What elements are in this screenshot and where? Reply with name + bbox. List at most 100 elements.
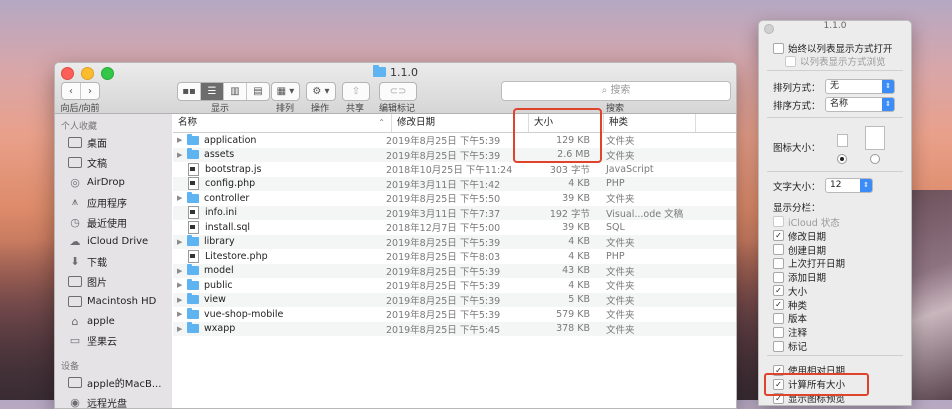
sidebar-item[interactable]: 图片	[55, 272, 172, 292]
text-size-popup[interactable]: 12 ⇕	[825, 178, 873, 193]
table-row[interactable]: ▶ view 2019年8月25日 下午5:39 5 KB 文件夹	[173, 292, 736, 307]
disclosure-triangle-icon[interactable]: ▶	[177, 194, 187, 202]
column-option-checkbox[interactable]: ✓ 大小	[773, 284, 845, 298]
sidebar-item[interactable]: ⩚ 应用程序	[55, 192, 172, 212]
sidebar-item[interactable]: ◎ AirDrop	[55, 173, 172, 193]
table-row[interactable]: ▶ controller 2019年8月25日 下午5:50 39 KB 文件夹	[173, 191, 736, 206]
back-button[interactable]: ‹	[62, 83, 81, 99]
sidebar-item[interactable]: ⌂ apple	[55, 311, 172, 331]
column-options: iCloud 状态 ✓ 修改日期 创建日期 上次打开日期 添加日期 ✓ 大小 ✓ 种类 版本 注释 标记	[773, 215, 845, 353]
disclosure-triangle-icon[interactable]: ▶	[177, 136, 187, 144]
arrange-group: ▦ ▾	[271, 82, 300, 101]
cell-name: ▶ application	[173, 133, 380, 146]
share-button[interactable]: ⇧	[342, 82, 370, 101]
table-row[interactable]: Litestore.php 2019年8月25日 下午8:03 4 KB PHP	[173, 249, 736, 264]
sidebar-item[interactable]: ◉ 远程光盘	[55, 393, 172, 408]
column-name-header[interactable]: 名称 ⌃	[173, 114, 392, 132]
cell-size: 4 KB	[568, 178, 590, 190]
sidebar-item[interactable]: ☁ iCloud Drive	[55, 232, 172, 252]
sidebar-item-label: 最近使用	[87, 218, 127, 230]
icon-view-button[interactable]: ▪▪	[178, 83, 201, 100]
cell-date: 2019年8月25日 下午5:45	[386, 324, 501, 336]
small-icon-radio[interactable]	[837, 154, 847, 164]
folder-icon	[187, 148, 199, 160]
column-option-checkbox[interactable]: 版本	[773, 312, 845, 325]
cell-name: ▶ view	[173, 293, 380, 305]
forward-button[interactable]: ›	[81, 83, 99, 99]
browse-list-checkbox[interactable]: 以列表显示方式浏览	[785, 54, 886, 68]
cell-kind: 文件夹	[606, 237, 635, 249]
cell-size: 192 字节	[549, 208, 590, 220]
sidebar-item-label: 文稿	[87, 159, 107, 171]
sidebar-item-label: 下载	[87, 258, 107, 270]
cell-size: 4 KB	[568, 250, 590, 262]
separator	[767, 70, 903, 71]
table-row[interactable]: ▶ library 2019年8月25日 下午5:39 4 KB 文件夹	[173, 234, 736, 249]
gallery-view-button[interactable]: ▤	[247, 83, 269, 100]
icon-size-row: 图标大小：	[773, 143, 821, 154]
column-option-checkbox[interactable]: 创建日期	[773, 243, 845, 257]
disclosure-triangle-icon[interactable]: ▶	[177, 325, 187, 333]
sidebar-item[interactable]: Macintosh HD	[55, 291, 172, 311]
search-input[interactable]: ⌕ 搜索	[501, 81, 731, 101]
table-row[interactable]: config.php 2019年3月11日 下午1:42 4 KB PHP	[173, 176, 736, 191]
disk-icon	[68, 295, 82, 307]
large-icon-radio[interactable]	[870, 154, 880, 164]
sidebar-item[interactable]: apple的MacB...	[55, 373, 172, 393]
sidebar-item[interactable]: ⬇ 下载	[55, 252, 172, 272]
arrange-button[interactable]: ▦ ▾	[271, 82, 300, 101]
icloud-icon: ☁	[69, 235, 81, 249]
disclosure-triangle-icon[interactable]: ▶	[177, 267, 187, 275]
column-option-checkbox[interactable]: ✓ 种类	[773, 298, 845, 312]
column-option-checkbox[interactable]: 上次打开日期	[773, 256, 845, 270]
arrange-by-popup[interactable]: 无 ⇕	[825, 79, 895, 94]
file-name: controller	[204, 192, 250, 204]
sidebar-item[interactable]: ▭ 坚果云	[55, 331, 172, 351]
column-option-checkbox[interactable]: ✓ 修改日期	[773, 229, 845, 243]
desktop-icon	[68, 137, 82, 149]
panel-close-button[interactable]	[764, 24, 774, 34]
devices-header: 设备	[61, 361, 80, 372]
sort-by-popup[interactable]: 名称 ⇕	[825, 97, 895, 112]
disclosure-triangle-icon[interactable]: ▶	[177, 238, 187, 246]
column-option-checkbox[interactable]: iCloud 状态	[773, 215, 845, 229]
table-row[interactable]: ▶ assets 2019年8月25日 下午5:39 2.6 MB 文件夹	[173, 147, 736, 162]
table-row[interactable]: info.ini 2019年3月11日 下午7:37 192 字节 Visual...…	[173, 205, 736, 220]
table-row[interactable]: ▶ public 2019年8月25日 下午5:39 4 KB 文件夹	[173, 278, 736, 293]
file-icon	[188, 162, 199, 176]
large-icon-preview	[865, 126, 885, 150]
view-mode-group: ▪▪ ☰ ▥ ▤	[177, 82, 270, 101]
table-row[interactable]: ▶ application 2019年8月25日 下午5:39 129 KB 文件夹	[173, 133, 736, 148]
column-view-button[interactable]: ▥	[224, 83, 247, 100]
folder-icon	[187, 191, 199, 203]
action-button[interactable]: ⚙ ▾	[306, 82, 336, 101]
text-size-row: 文字大小： 12 ⇕	[773, 178, 873, 193]
sidebar-item[interactable]: ◷ 最近使用	[55, 212, 172, 232]
column-option-checkbox[interactable]: 标记	[773, 339, 845, 353]
list-view-button[interactable]: ☰	[201, 83, 224, 100]
sidebar-item-label: Macintosh HD	[87, 295, 157, 307]
disclosure-triangle-icon[interactable]: ▶	[177, 151, 187, 159]
table-row[interactable]: install.sql 2018年12月7日 下午5:00 39 KB SQL	[173, 220, 736, 235]
table-row[interactable]: ▶ wxapp 2019年8月25日 下午5:45 378 KB 文件夹	[173, 321, 736, 336]
panel-title: 1.1.0	[759, 21, 911, 36]
table-row[interactable]: ▶ model 2019年8月25日 下午5:39 43 KB 文件夹	[173, 263, 736, 278]
column-kind-header[interactable]: 种类	[604, 114, 696, 132]
sidebar-item-label: 坚果云	[87, 337, 117, 349]
cell-size: 4 KB	[568, 279, 590, 291]
edit-tags-button[interactable]: ⊂⊃	[379, 82, 417, 101]
sidebar-item[interactable]: 桌面	[55, 133, 172, 153]
calculate-sizes-highlight	[764, 373, 869, 396]
disclosure-triangle-icon[interactable]: ▶	[177, 281, 187, 289]
column-option-checkbox[interactable]: 添加日期	[773, 270, 845, 284]
table-row[interactable]: bootstrap.js 2018年10月25日 下午11:24 303 字节 Jav…	[173, 162, 736, 177]
file-name: application	[204, 134, 257, 146]
table-row[interactable]: ▶ vue-shop-mobile 2019年8月25日 下午5:39 579 KB 文…	[173, 307, 736, 322]
tags-group: ⊂⊃	[379, 82, 417, 101]
disclosure-triangle-icon[interactable]: ▶	[177, 310, 187, 318]
column-date-header[interactable]: 修改日期	[392, 114, 529, 132]
sidebar-item[interactable]: 文稿	[55, 153, 172, 173]
column-option-checkbox[interactable]: 注释	[773, 325, 845, 339]
disclosure-triangle-icon[interactable]: ▶	[177, 296, 187, 304]
always-open-list-checkbox[interactable]: 始终以列表显示方式打开	[773, 41, 893, 55]
